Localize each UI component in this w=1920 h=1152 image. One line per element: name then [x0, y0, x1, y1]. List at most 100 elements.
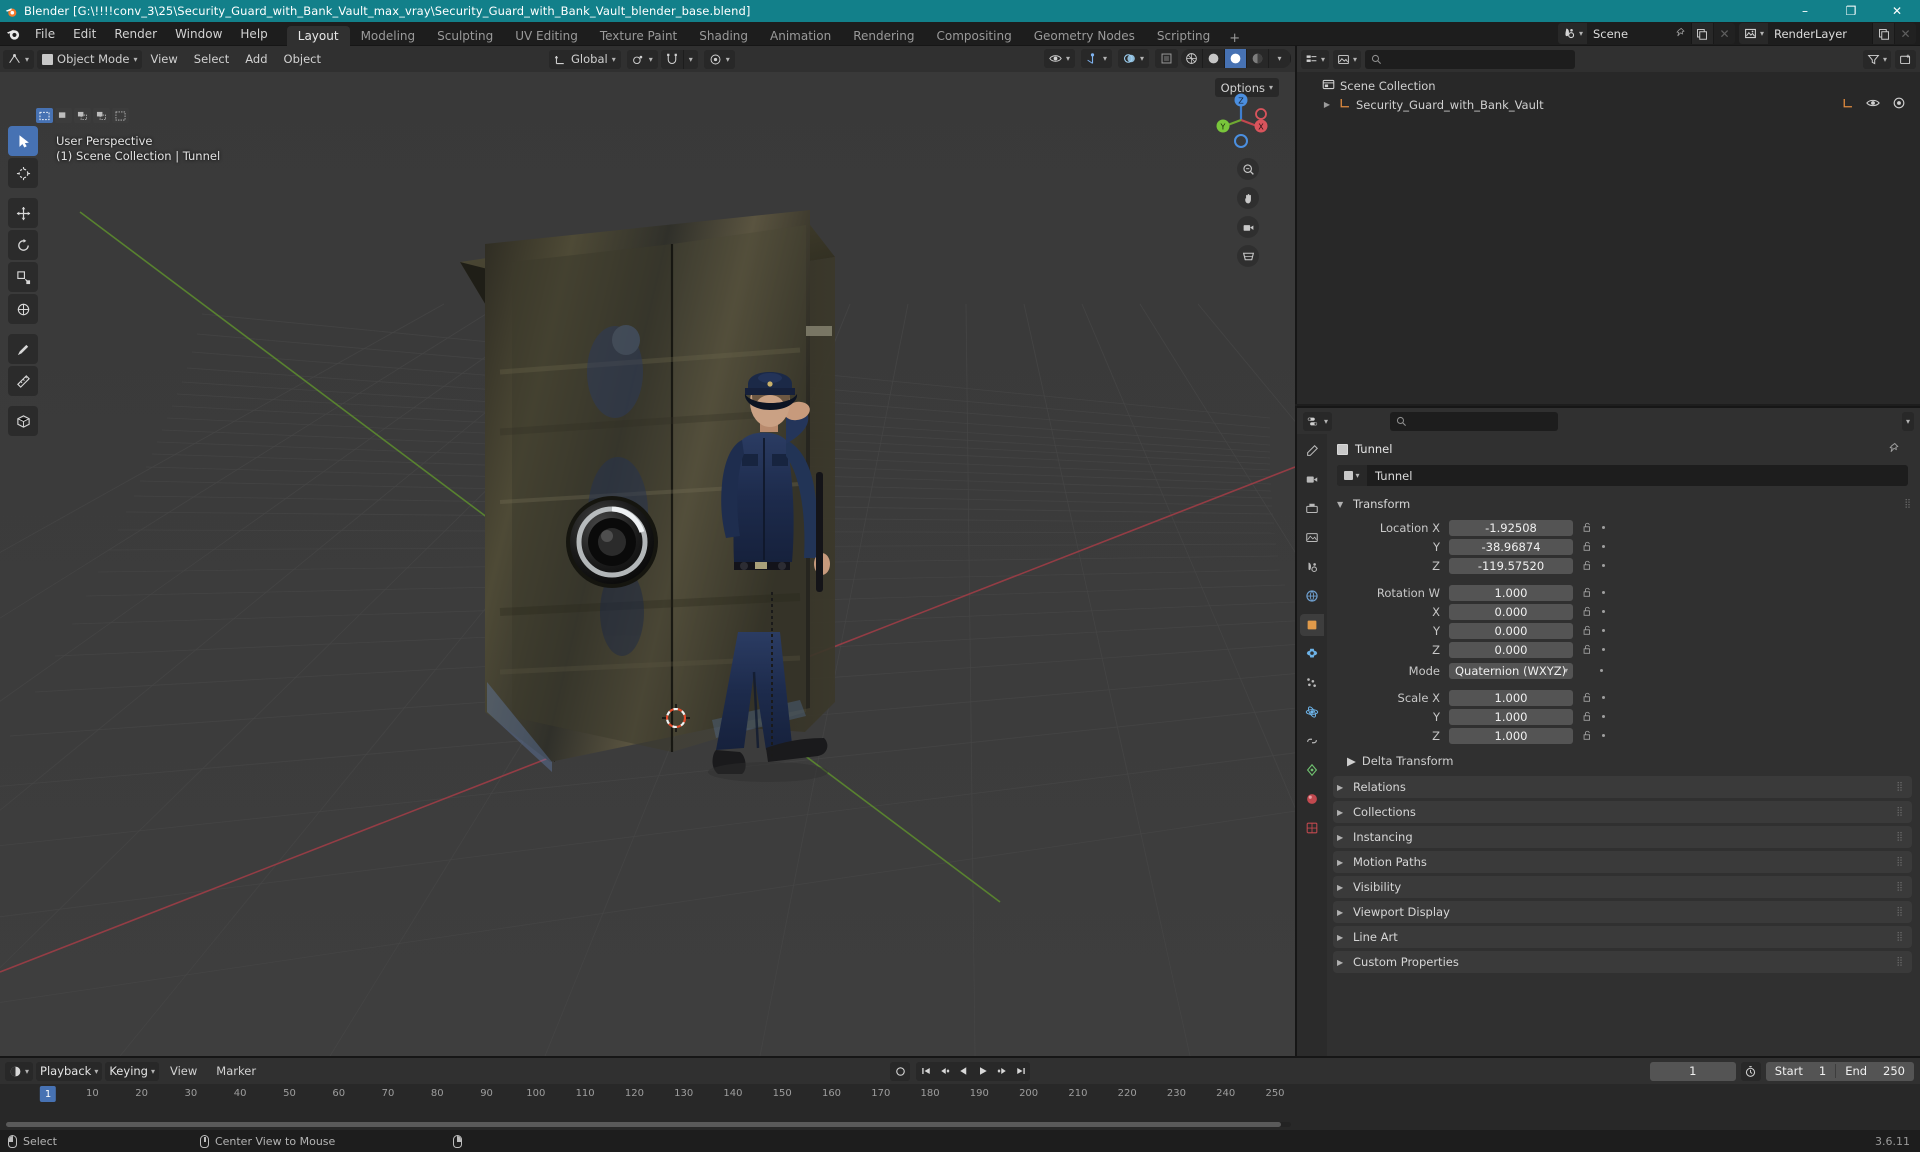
tab-object-data[interactable]: [1300, 759, 1324, 781]
material-preview-button[interactable]: [1225, 49, 1247, 68]
animate-dot-icon[interactable]: [1602, 545, 1605, 548]
gizmo-selector[interactable]: ▾: [1080, 49, 1112, 68]
tab-animation[interactable]: Animation: [759, 26, 842, 46]
minimize-button[interactable]: –: [1782, 0, 1828, 22]
select-invert-button[interactable]: [112, 108, 129, 123]
rotation-w-input[interactable]: 1.000: [1449, 584, 1573, 601]
menu-window[interactable]: Window: [166, 22, 231, 46]
panel-header-custom-properties[interactable]: ▶ Custom Properties ⣿: [1333, 951, 1912, 973]
start-frame-input[interactable]: Start 1: [1766, 1064, 1837, 1078]
select-box-button[interactable]: [36, 108, 53, 123]
panel-header-instancing[interactable]: ▶ Instancing ⣿: [1333, 826, 1912, 848]
menu-render[interactable]: Render: [105, 22, 166, 46]
lock-icon[interactable]: [1582, 726, 1593, 745]
tab-layout[interactable]: Layout: [286, 25, 350, 46]
new-viewlayer-button[interactable]: [1872, 23, 1894, 44]
pin-icon[interactable]: [1675, 27, 1686, 41]
solid-shading-button[interactable]: [1203, 49, 1225, 68]
play-button[interactable]: [973, 1062, 992, 1081]
viewlayer-selector[interactable]: ▾ RenderLayer ✕: [1738, 23, 1916, 44]
scale-x-input[interactable]: 1.000: [1449, 689, 1573, 706]
new-scene-button[interactable]: [1690, 23, 1713, 44]
camera-view-icon[interactable]: [1237, 216, 1259, 238]
add-workspace-button[interactable]: +: [1221, 31, 1248, 46]
animate-dot-icon[interactable]: [1602, 629, 1605, 632]
scene-name[interactable]: Scene: [1586, 23, 1691, 44]
measure-tool-button[interactable]: [8, 366, 38, 396]
object-name-field[interactable]: ▾ Tunnel: [1337, 465, 1908, 486]
current-frame-input[interactable]: 1: [1649, 1061, 1736, 1081]
scale-y-input[interactable]: 1.000: [1449, 708, 1573, 725]
lock-icon[interactable]: [1582, 518, 1593, 537]
panel-header-visibility[interactable]: ▶ Visibility ⣿: [1333, 876, 1912, 898]
move-tool-button[interactable]: [8, 198, 38, 228]
eye-visibility-icon[interactable]: [1866, 96, 1880, 113]
overlays-selector[interactable]: ▾: [1117, 49, 1149, 68]
rotate-tool-button[interactable]: [8, 230, 38, 260]
rotation-y-input[interactable]: 0.000: [1449, 622, 1573, 639]
lock-icon[interactable]: [1582, 602, 1593, 621]
camera-render-icon[interactable]: [1892, 96, 1906, 113]
panel-header-collections[interactable]: ▶ Collections ⣿: [1333, 801, 1912, 823]
select-extend-button[interactable]: [74, 108, 91, 123]
panel-header-relations[interactable]: ▶ Relations ⣿: [1333, 776, 1912, 798]
panel-header-line-art[interactable]: ▶ Line Art ⣿: [1333, 926, 1912, 948]
close-button[interactable]: ✕: [1874, 0, 1920, 22]
rotation-x-input[interactable]: 0.000: [1449, 603, 1573, 620]
lock-icon[interactable]: [1582, 537, 1593, 556]
tab-shading[interactable]: Shading: [688, 26, 759, 46]
panel-header-motion-paths[interactable]: ▶ Motion Paths ⣿: [1333, 851, 1912, 873]
auto-keying-button[interactable]: [890, 1061, 910, 1081]
timeline-playhead[interactable]: 1: [39, 1086, 57, 1102]
editor-type-button[interactable]: ▾: [3, 49, 35, 69]
transform-tool-button[interactable]: [8, 294, 38, 324]
scale-z-input[interactable]: 1.000: [1449, 727, 1573, 744]
menu-edit[interactable]: Edit: [64, 22, 105, 46]
viewport-menu-object[interactable]: Object: [276, 46, 329, 72]
shading-options-button[interactable]: ▾: [1269, 49, 1291, 68]
toggle-perspective-icon[interactable]: [1237, 245, 1259, 267]
pin-icon[interactable]: [1888, 442, 1900, 457]
scene-icon[interactable]: ▾: [1557, 23, 1587, 44]
xray-toggle-button[interactable]: [1155, 49, 1178, 68]
use-preview-range-button[interactable]: [1740, 1061, 1761, 1081]
scale-tool-button[interactable]: [8, 262, 38, 292]
tab-texture[interactable]: [1300, 817, 1324, 839]
timeline-ruler[interactable]: 10 20 30 40 50 60 70 80 90 100 110 120 130 140 150 160 1…: [0, 1084, 1920, 1104]
outliner-editor-type-button[interactable]: ▾: [1301, 49, 1330, 69]
visibility-selector[interactable]: ▾: [1043, 49, 1075, 68]
tab-modeling[interactable]: Modeling: [350, 26, 427, 46]
timeline-scrollbar[interactable]: [6, 1122, 1291, 1127]
prev-keyframe-button[interactable]: [935, 1062, 954, 1081]
tab-compositing[interactable]: Compositing: [925, 26, 1022, 46]
tab-render[interactable]: [1300, 469, 1324, 491]
animate-dot-icon[interactable]: [1602, 591, 1605, 594]
outliner-display-mode-button[interactable]: ▾: [1333, 49, 1362, 69]
outliner-filter-button[interactable]: ▾: [1862, 49, 1891, 69]
location-z-input[interactable]: -119.57520: [1449, 557, 1573, 574]
animate-dot-icon[interactable]: [1602, 734, 1605, 737]
lock-icon[interactable]: [1582, 688, 1593, 707]
outliner-search-input[interactable]: [1365, 49, 1576, 69]
cursor-tool-button[interactable]: [8, 158, 38, 188]
scene-selector[interactable]: ▾ Scene ✕: [1557, 23, 1735, 44]
annotate-tool-button[interactable]: [8, 334, 38, 364]
lock-icon[interactable]: [1582, 621, 1593, 640]
panel-header-viewport-display[interactable]: ▶ Viewport Display ⣿: [1333, 901, 1912, 923]
animate-dot-icon[interactable]: [1602, 715, 1605, 718]
tab-uv-editing[interactable]: UV Editing: [504, 26, 589, 46]
tab-physics[interactable]: [1300, 701, 1324, 723]
tab-scripting[interactable]: Scripting: [1146, 26, 1221, 46]
tab-rendering[interactable]: Rendering: [842, 26, 925, 46]
menu-help[interactable]: Help: [231, 22, 276, 46]
tab-particles[interactable]: [1300, 672, 1324, 694]
keying-menu-button[interactable]: Keying ▾: [105, 1061, 159, 1081]
navigation-gizmo[interactable]: Z X Y: [1209, 88, 1273, 152]
tab-object[interactable]: [1300, 614, 1324, 636]
location-x-input[interactable]: -1.92508: [1449, 519, 1573, 536]
animate-dot-icon[interactable]: [1602, 564, 1605, 567]
wireframe-shading-button[interactable]: [1181, 49, 1203, 68]
properties-options-button[interactable]: ▾: [1901, 411, 1914, 431]
next-keyframe-button[interactable]: [992, 1062, 1011, 1081]
timeline-menu-view[interactable]: View: [162, 1058, 205, 1084]
